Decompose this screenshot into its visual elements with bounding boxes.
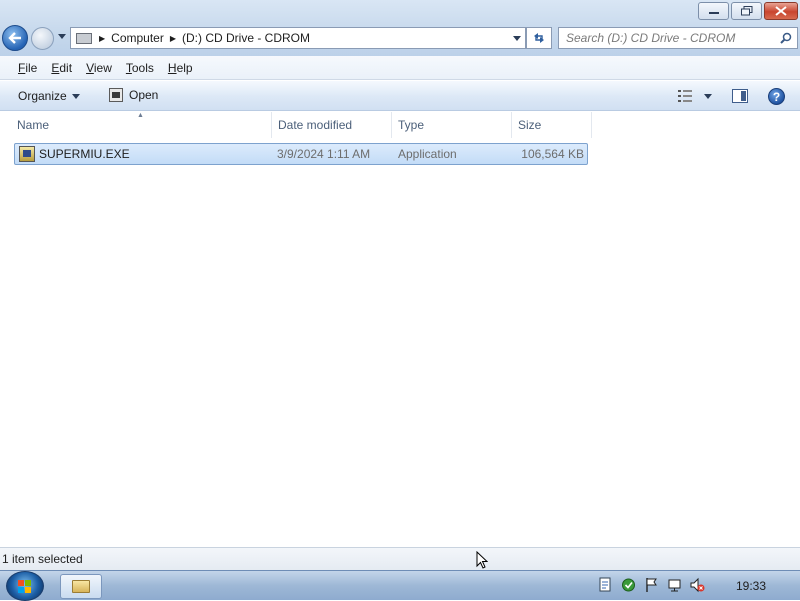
back-button[interactable] bbox=[2, 25, 28, 51]
menu-tools[interactable]: Tools bbox=[126, 61, 154, 75]
column-header-name[interactable]: Name bbox=[11, 112, 272, 138]
help-icon[interactable]: ? bbox=[768, 88, 785, 105]
search-icon[interactable] bbox=[780, 32, 792, 44]
open-button[interactable]: Open bbox=[109, 88, 158, 102]
chevron-down-icon bbox=[71, 93, 80, 99]
taskbar-explorer-button[interactable] bbox=[60, 574, 102, 599]
mouse-cursor-icon bbox=[476, 551, 488, 569]
file-type: Application bbox=[398, 147, 457, 161]
security-shield-icon[interactable] bbox=[621, 577, 636, 593]
folder-icon bbox=[72, 580, 90, 593]
column-header-type[interactable]: Type bbox=[392, 112, 512, 138]
open-icon bbox=[109, 88, 123, 102]
menu-view[interactable]: View bbox=[86, 61, 112, 75]
address-bar[interactable]: ▶ Computer ▶ (D:) CD Drive - CDROM bbox=[70, 27, 526, 49]
taskbar: 19:33 bbox=[0, 570, 800, 601]
restore-button[interactable] bbox=[731, 2, 762, 20]
window-controls bbox=[698, 2, 798, 20]
refresh-icon bbox=[534, 33, 544, 43]
network-icon[interactable] bbox=[667, 577, 682, 593]
address-history-dropdown[interactable] bbox=[513, 36, 521, 41]
column-header-size[interactable]: Size bbox=[512, 112, 592, 138]
open-label: Open bbox=[129, 88, 159, 102]
back-arrow-icon bbox=[8, 32, 21, 44]
breadcrumb-cd-drive[interactable]: (D:) CD Drive - CDROM bbox=[182, 31, 310, 45]
column-header-date-modified[interactable]: Date modified bbox=[272, 112, 392, 138]
file-size: 106,564 KB bbox=[521, 147, 584, 161]
close-button[interactable] bbox=[764, 2, 798, 20]
forward-button[interactable] bbox=[31, 27, 54, 50]
menu-help[interactable]: Help bbox=[168, 61, 193, 75]
breadcrumb-computer[interactable]: Computer bbox=[111, 31, 164, 45]
recent-pages-dropdown[interactable] bbox=[58, 34, 66, 39]
application-exe-icon bbox=[19, 146, 35, 162]
system-tray bbox=[598, 577, 705, 593]
views-icon[interactable] bbox=[678, 90, 692, 102]
menu-bar: File Edit View Tools Help bbox=[0, 56, 800, 80]
start-button[interactable] bbox=[6, 571, 44, 601]
menu-edit[interactable]: Edit bbox=[51, 61, 72, 75]
document-icon[interactable] bbox=[598, 577, 613, 593]
organize-button[interactable]: Organize bbox=[18, 89, 80, 103]
search-box[interactable] bbox=[558, 27, 798, 49]
minimize-icon bbox=[708, 12, 719, 14]
close-icon bbox=[775, 6, 787, 16]
file-row[interactable]: SUPERMIU.EXE 3/9/2024 1:11 AM Applicatio… bbox=[14, 143, 588, 165]
column-headers: ▲ Name Date modified Type Size bbox=[0, 112, 800, 138]
action-center-flag-icon[interactable] bbox=[644, 577, 659, 593]
menu-file[interactable]: File bbox=[18, 61, 37, 75]
restore-icon bbox=[740, 6, 752, 16]
taskbar-clock[interactable]: 19:33 bbox=[736, 579, 766, 593]
breadcrumb-separator-icon[interactable]: ▶ bbox=[170, 34, 176, 43]
minimize-button[interactable] bbox=[698, 2, 729, 20]
command-bar: Organize Open ? bbox=[0, 81, 800, 111]
window-chrome: ▶ Computer ▶ (D:) CD Drive - CDROM bbox=[0, 0, 800, 56]
views-dropdown-icon[interactable] bbox=[704, 94, 712, 99]
organize-label: Organize bbox=[18, 89, 67, 103]
status-bar: 1 item selected bbox=[0, 547, 800, 570]
status-text: 1 item selected bbox=[2, 552, 83, 566]
file-date-modified: 3/9/2024 1:11 AM bbox=[277, 147, 371, 161]
computer-icon bbox=[75, 31, 93, 45]
refresh-button[interactable] bbox=[526, 27, 552, 49]
file-name-cell: SUPERMIU.EXE bbox=[19, 144, 130, 164]
file-name: SUPERMIU.EXE bbox=[39, 147, 130, 161]
volume-muted-icon[interactable] bbox=[690, 577, 705, 593]
breadcrumb-separator-icon[interactable]: ▶ bbox=[99, 34, 105, 43]
search-input[interactable] bbox=[566, 31, 776, 45]
preview-pane-icon[interactable] bbox=[732, 89, 748, 103]
windows-logo-icon bbox=[18, 580, 31, 593]
